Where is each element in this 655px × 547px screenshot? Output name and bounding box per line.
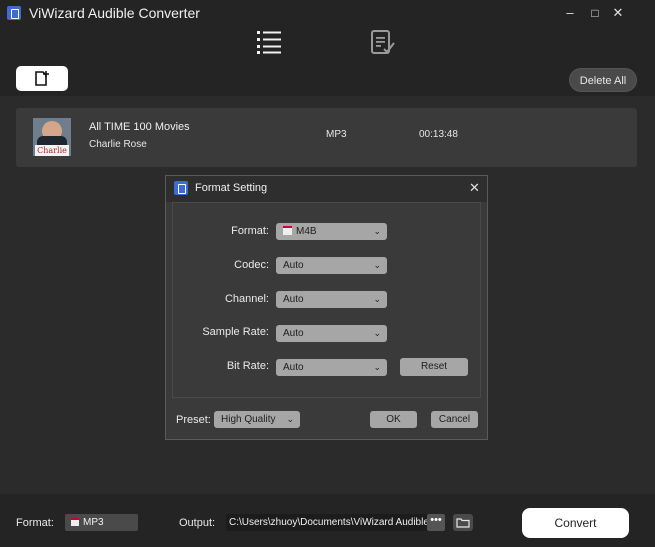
minimize-button[interactable]: – — [562, 5, 578, 21]
title-bar: ViWizard Audible Converter – □ ✕ — [0, 0, 655, 60]
output-path-field[interactable]: C:\Users\zhuoy\Documents\ViWizard Audibl… — [226, 514, 429, 531]
list-icon[interactable] — [255, 28, 285, 56]
format-setting-dialog: Format Setting ✕ Format: M4B ⌄ Codec: Au… — [165, 175, 488, 440]
audio-file-icon — [71, 518, 79, 526]
book-title: All TIME 100 Movies — [89, 121, 190, 133]
codec-label: Codec: — [234, 259, 269, 271]
app-logo-icon — [174, 181, 188, 195]
open-folder-button[interactable] — [453, 514, 473, 531]
convert-button[interactable]: Convert — [522, 508, 629, 538]
audio-file-icon — [283, 226, 292, 235]
codec-select[interactable]: Auto ⌄ — [276, 257, 387, 274]
book-author: Charlie Rose — [89, 139, 147, 150]
cancel-button[interactable]: Cancel — [431, 411, 478, 428]
format-select[interactable]: M4B ⌄ — [276, 223, 387, 240]
app-title: ViWizard Audible Converter — [29, 5, 200, 21]
converted-list-icon[interactable] — [368, 28, 398, 56]
close-button[interactable]: ✕ — [610, 5, 626, 21]
toolbar: Delete All — [0, 60, 655, 96]
dialog-close-icon[interactable]: ✕ — [469, 180, 480, 196]
preset-select[interactable]: High Quality ⌄ — [214, 411, 300, 428]
format-label: Format: — [231, 225, 269, 237]
chevron-down-icon: ⌄ — [373, 328, 381, 338]
channel-label: Channel: — [224, 293, 269, 305]
chevron-down-icon: ⌄ — [373, 226, 381, 236]
bottom-bar: Format: MP3 Output: C:\Users\zhuoy\Docum… — [0, 494, 655, 547]
output-format-button[interactable]: MP3 — [65, 514, 138, 531]
dialog-title: Format Setting — [195, 182, 268, 194]
ok-button[interactable]: OK — [370, 411, 417, 428]
output-format-label: Format: — [16, 517, 54, 529]
browse-output-button[interactable]: ••• — [427, 514, 445, 531]
app-logo-icon — [7, 6, 21, 20]
reset-button[interactable]: Reset — [400, 358, 468, 376]
chevron-down-icon: ⌄ — [373, 260, 381, 270]
output-path-label: Output: — [179, 517, 216, 529]
add-file-icon — [35, 71, 49, 86]
dialog-header: Format Setting ✕ — [166, 176, 487, 202]
chevron-down-icon: ⌄ — [373, 362, 381, 372]
bit-rate-select[interactable]: Auto ⌄ — [276, 359, 387, 376]
delete-all-button[interactable]: Delete All — [569, 68, 637, 92]
sample-rate-select[interactable]: Auto ⌄ — [276, 325, 387, 342]
chevron-down-icon: ⌄ — [286, 414, 294, 424]
bit-rate-label: Bit Rate: — [226, 360, 269, 372]
book-output-format[interactable]: MP3 — [326, 129, 347, 140]
book-cover: Charlie Rose — [33, 118, 71, 156]
preset-label: Preset: — [176, 414, 211, 426]
list-item[interactable]: Charlie Rose All TIME 100 Movies Charlie… — [16, 108, 637, 167]
maximize-button[interactable]: □ — [587, 5, 603, 21]
sample-rate-label: Sample Rate: — [202, 326, 269, 338]
channel-select[interactable]: Auto ⌄ — [276, 291, 387, 308]
add-files-button[interactable] — [16, 66, 68, 91]
book-duration: 00:13:48 — [419, 129, 458, 140]
folder-icon — [456, 518, 470, 528]
chevron-down-icon: ⌄ — [373, 294, 381, 304]
